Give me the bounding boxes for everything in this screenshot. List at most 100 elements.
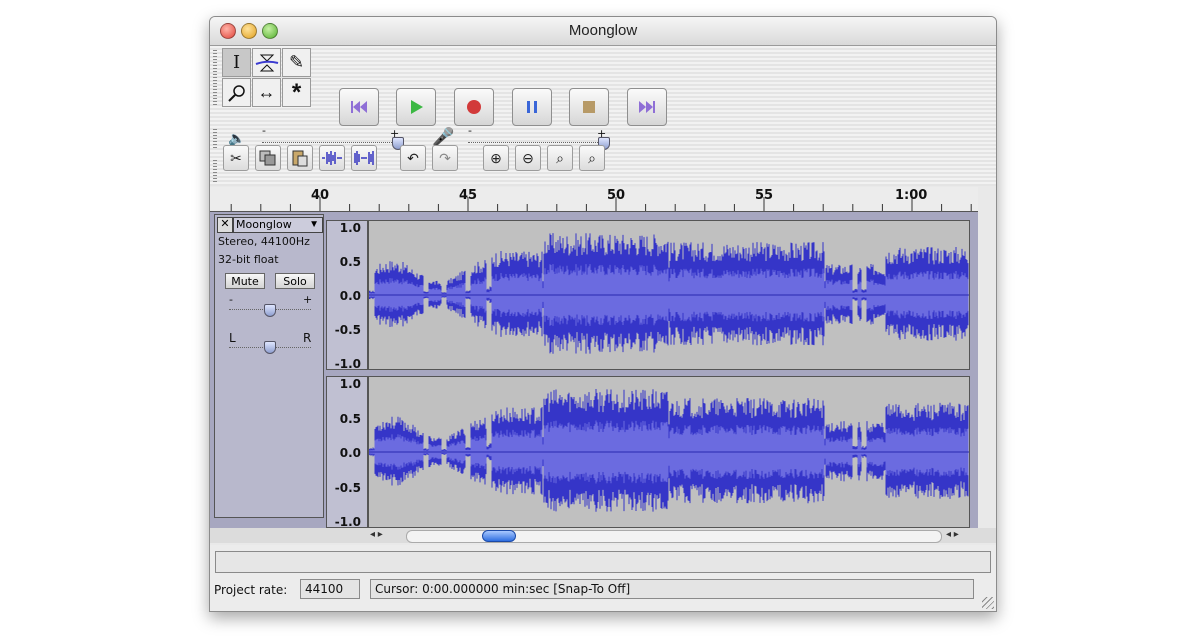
project-rate-field[interactable]: 44100 [300, 579, 360, 599]
input-minus-label: - [468, 124, 472, 137]
redo-button[interactable]: ↷ [432, 145, 458, 171]
copy-button[interactable] [255, 145, 281, 171]
gain-minus-label: - [229, 293, 233, 306]
copy-icon [259, 150, 276, 166]
skip-to-end-icon [639, 101, 655, 113]
selection-tool[interactable]: I [222, 48, 251, 77]
title-bar[interactable]: Moonglow [210, 17, 996, 46]
multi-tool[interactable]: * [282, 78, 311, 107]
track-close-button[interactable]: ✕ [217, 217, 233, 233]
ruler-label: 40 [311, 188, 330, 203]
ruler-label: 55 [755, 188, 774, 203]
i-beam-icon: I [232, 52, 241, 73]
status-message-field [215, 551, 991, 573]
scissors-icon: ✂ [230, 149, 242, 166]
vertical-ruler-label: 0.0 [339, 446, 361, 460]
magnifier-icon [227, 84, 245, 102]
paste-button[interactable] [287, 145, 313, 171]
output-minus-label: - [262, 124, 266, 137]
fit-selection-icon: ⌕ [556, 149, 564, 166]
fit-project-icon: ⌕ [588, 149, 596, 166]
gain-plus-label: + [303, 293, 313, 306]
track-sample-format: 32-bit float [218, 253, 279, 266]
double-arrow-icon: ↔ [257, 82, 276, 102]
fit-project-button[interactable]: ⌕ [579, 145, 605, 171]
silence-icon [354, 151, 374, 165]
vertical-ruler-right-channel: 1.0 0.5 0.0 -0.5 -1.0 [326, 376, 368, 529]
undo-button[interactable]: ↶ [400, 145, 426, 171]
stop-icon [583, 101, 595, 113]
scroll-arrows-left[interactable]: ◂ ▸ [370, 529, 383, 540]
vertical-ruler-label: 1.0 [339, 377, 361, 391]
ruler-label: 1:00 [895, 188, 928, 203]
resize-grip-icon[interactable] [982, 597, 994, 609]
zoom-in-button[interactable]: ⊕ [483, 145, 509, 171]
cursor-position-field: Cursor: 0:00.000000 min:sec [Snap-To Off… [370, 579, 974, 599]
pan-right-label: R [303, 331, 312, 345]
solo-button[interactable]: Solo [275, 273, 315, 289]
zoom-in-icon: ⊕ [490, 149, 502, 166]
tools-toolbar: I ✎ ↔ * [222, 48, 312, 108]
track-name-menu[interactable]: Moonglow ▼ [233, 217, 323, 233]
scroll-thumb[interactable] [482, 530, 516, 542]
stop-button[interactable] [569, 88, 609, 126]
record-icon [467, 100, 481, 114]
skip-to-start-button[interactable] [339, 88, 379, 126]
redo-icon: ↷ [439, 149, 451, 166]
track-control-panel: ✕ Moonglow ▼ Stereo, 44100Hz 32-bit floa… [214, 214, 324, 518]
time-shift-tool[interactable]: ↔ [252, 78, 281, 107]
audacity-window: Moonglow I ✎ ↔ * 🔈 - + 🎤 - + ✂ ↶ ↷ ⊕ ⊖ ⌕… [209, 16, 997, 612]
envelope-tool[interactable] [252, 48, 281, 77]
gain-slider-thumb[interactable] [264, 304, 276, 317]
trim-icon [322, 151, 342, 165]
trim-button[interactable] [319, 145, 345, 171]
project-rate-label: Project rate: [214, 583, 288, 597]
scroll-arrows-right[interactable]: ◂ ▸ [946, 529, 959, 540]
horizontal-scrollbar[interactable]: ◂ ▸ ◂ ▸ [210, 528, 996, 543]
window-title: Moonglow [568, 22, 638, 39]
record-button[interactable] [454, 88, 494, 126]
zoom-out-icon: ⊖ [522, 149, 534, 166]
silence-button[interactable] [351, 145, 377, 171]
pan-slider-thumb[interactable] [264, 341, 276, 354]
track-name: Moonglow [236, 218, 292, 231]
vertical-ruler-left-channel: 1.0 0.5 0.0 -0.5 -1.0 [326, 220, 368, 371]
waveform-right-channel[interactable] [368, 376, 970, 528]
track-format: Stereo, 44100Hz [218, 235, 310, 248]
meter-toolbar-grip[interactable] [213, 129, 217, 149]
pause-button[interactable] [512, 88, 552, 126]
track-area: ✕ Moonglow ▼ Stereo, 44100Hz 32-bit floa… [210, 212, 978, 538]
play-icon [411, 100, 423, 114]
waveform-left-channel[interactable] [368, 220, 970, 370]
vertical-ruler-label: -0.5 [334, 480, 361, 495]
skip-to-end-button[interactable] [627, 88, 667, 126]
vertical-ruler-label: -1.0 [334, 357, 361, 371]
edit-toolbar-grip[interactable] [213, 160, 217, 184]
vertical-ruler-label: -0.5 [334, 323, 361, 337]
timeline-ruler[interactable]: 40 45 50 55 1:00 [210, 187, 978, 212]
pause-icon [527, 101, 537, 113]
vertical-ruler-label: 0.5 [339, 411, 361, 426]
envelope-icon [255, 54, 278, 71]
skip-to-start-icon [351, 101, 367, 113]
play-button[interactable] [396, 88, 436, 126]
zoom-out-button[interactable]: ⊖ [515, 145, 541, 171]
mute-button[interactable]: Mute [225, 273, 265, 289]
paste-icon [292, 150, 308, 167]
pencil-icon: ✎ [288, 52, 305, 72]
undo-icon: ↶ [407, 149, 419, 166]
ruler-label: 50 [607, 188, 626, 203]
draw-tool[interactable]: ✎ [282, 48, 311, 77]
chevron-down-icon: ▼ [309, 219, 319, 230]
zoom-tool[interactable] [222, 78, 251, 107]
vertical-ruler-label: -1.0 [334, 515, 361, 529]
vertical-ruler-label: 0.0 [339, 289, 361, 303]
toolbar-grip[interactable] [213, 50, 217, 106]
vertical-ruler-label: 1.0 [339, 221, 361, 235]
vertical-ruler-label: 0.5 [339, 255, 361, 269]
fit-selection-button[interactable]: ⌕ [547, 145, 573, 171]
waveform-left-graphic [368, 233, 969, 354]
asterisk-icon: * [291, 78, 302, 106]
pan-left-label: L [229, 331, 236, 345]
cut-button[interactable]: ✂ [223, 145, 249, 171]
